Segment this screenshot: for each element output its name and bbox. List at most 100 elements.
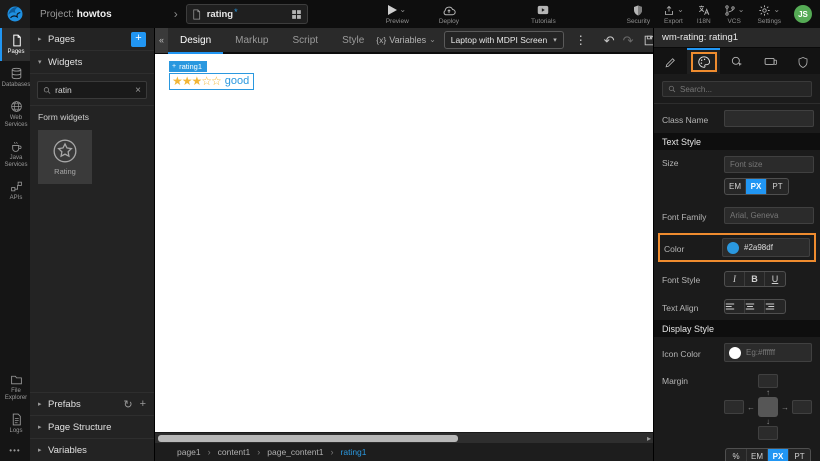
italic-button[interactable]: I: [725, 272, 745, 286]
breadcrumb-page-content1[interactable]: page_content1: [267, 447, 323, 457]
widget-search-input[interactable]: [55, 85, 135, 95]
margin-top-input[interactable]: [758, 374, 778, 388]
rating-widget-body[interactable]: ★★★ ☆☆ good: [169, 73, 254, 90]
sidebar-item-logs[interactable]: Logs: [0, 407, 30, 440]
unit-em-button[interactable]: EM: [747, 449, 768, 461]
tab-style[interactable]: Style: [330, 28, 376, 54]
empty-stars[interactable]: ☆☆: [201, 74, 221, 88]
tab-events[interactable]: [720, 48, 753, 74]
filled-stars[interactable]: ★★★: [172, 74, 201, 88]
variables-menu-button[interactable]: {x} Variables ⌄: [376, 35, 436, 45]
selected-widget-label[interactable]: + rating1: [169, 61, 207, 72]
underline-button[interactable]: U: [765, 272, 785, 286]
collapse-left-panel-button[interactable]: «: [155, 27, 168, 53]
sidebar-item-web-services[interactable]: Web Services: [0, 94, 30, 134]
align-left-icon: [725, 302, 735, 311]
redo-button[interactable]: ↷: [619, 34, 638, 47]
font-family-label: Font Family: [662, 210, 724, 222]
align-left-button[interactable]: [725, 300, 745, 313]
unit-px-button[interactable]: PX: [768, 449, 789, 461]
properties-search-box[interactable]: [662, 81, 812, 97]
tutorials-button[interactable]: Tutorials: [531, 4, 556, 25]
variables-section-header[interactable]: ▸ Variables: [30, 438, 154, 461]
tab-properties[interactable]: [654, 48, 687, 74]
margin-right-input[interactable]: [792, 400, 812, 414]
device-selector-dropdown[interactable]: Laptop with MDPI Screen ▾: [444, 31, 564, 49]
deploy-button[interactable]: Deploy: [439, 4, 459, 25]
breadcrumb-rating1[interactable]: rating1: [341, 447, 367, 457]
align-center-button[interactable]: [745, 300, 765, 313]
margin-left-input[interactable]: [724, 400, 744, 414]
app-logo[interactable]: [0, 0, 30, 28]
class-name-input[interactable]: [724, 110, 814, 127]
scroll-right-arrow-icon[interactable]: ▸: [647, 433, 651, 444]
rating1-widget[interactable]: + rating1 ★★★ ☆☆ good: [169, 55, 254, 90]
unit-em-button[interactable]: EM: [725, 179, 746, 194]
font-family-input[interactable]: [724, 207, 814, 224]
font-size-input[interactable]: [724, 156, 814, 173]
rating-widget-tile[interactable]: Rating: [38, 130, 92, 184]
i18n-label: I18N: [697, 18, 711, 25]
vcs-button[interactable]: ⌄ VCS: [724, 4, 745, 25]
sidebar-item-label: APIs: [10, 195, 23, 202]
properties-search-input[interactable]: [680, 85, 790, 94]
widgets-section-header[interactable]: ▾ Widgets: [30, 51, 154, 74]
unit-pt-button[interactable]: PT: [789, 449, 810, 461]
user-avatar[interactable]: JS: [794, 5, 812, 23]
i18n-button[interactable]: I18N: [697, 4, 711, 25]
icon-bar-overflow[interactable]: •••: [0, 440, 30, 461]
scrollbar-thumb[interactable]: [158, 435, 458, 442]
move-handle-icon[interactable]: +: [172, 63, 176, 70]
widget-search-box[interactable]: ×: [37, 81, 147, 99]
clear-search-icon[interactable]: ×: [135, 85, 141, 96]
sidebar-item-file-explorer[interactable]: File Explorer: [0, 367, 30, 407]
add-prefab-icon[interactable]: +: [140, 398, 146, 411]
page-structure-section-header[interactable]: ▸ Page Structure: [30, 415, 154, 438]
tab-markup[interactable]: Markup: [223, 28, 280, 54]
preview-button[interactable]: ⌄ Preview: [386, 4, 409, 25]
page-grid-icon[interactable]: [290, 8, 303, 21]
sidebar-item-databases[interactable]: Databases: [0, 61, 30, 94]
display-style-section-header[interactable]: Display Style: [654, 320, 820, 337]
pages-section-header[interactable]: ▸ Pages +: [30, 28, 154, 51]
spacer-label: [662, 186, 724, 188]
text-color-picker[interactable]: #2a98df: [722, 238, 810, 257]
current-page-selector[interactable]: rating *: [186, 4, 308, 24]
undo-button[interactable]: ↶: [600, 34, 619, 47]
breadcrumb-content1[interactable]: content1: [218, 447, 251, 457]
unit-px-button[interactable]: PX: [746, 179, 767, 194]
design-canvas[interactable]: + rating1 ★★★ ☆☆ good: [155, 54, 653, 432]
inspect-cursor-icon: [730, 55, 744, 69]
tab-style[interactable]: [687, 48, 720, 74]
bold-button[interactable]: B: [745, 272, 765, 286]
unit-percent-button[interactable]: %: [726, 449, 747, 461]
sidebar-item-label: Web Services: [2, 115, 30, 129]
tab-design[interactable]: Design: [168, 28, 223, 54]
icon-color-picker[interactable]: Eg:#ffffff: [724, 343, 812, 362]
sidebar-item-apis[interactable]: APIs: [0, 174, 30, 207]
refresh-prefabs-icon[interactable]: ↻: [123, 398, 132, 411]
text-style-section-header[interactable]: Text Style: [654, 133, 820, 150]
prefabs-section-header[interactable]: ▸ Prefabs ↻ +: [30, 392, 154, 415]
color-swatch[interactable]: [727, 242, 739, 254]
palette-icon: [697, 55, 711, 69]
horizontal-scrollbar[interactable]: ▸: [155, 432, 653, 443]
settings-button[interactable]: ⌄ Settings: [758, 4, 782, 25]
sidebar-item-pages[interactable]: Pages: [0, 28, 30, 61]
properties-panel: wm-rating: rating1: [653, 28, 820, 461]
breadcrumb-page1[interactable]: page1: [177, 447, 201, 457]
margin-bottom-input[interactable]: [758, 426, 778, 440]
export-button[interactable]: ⌄ Export: [663, 4, 684, 25]
text-align-row: Text Align: [654, 293, 820, 320]
coffee-icon: [10, 140, 23, 153]
add-page-button[interactable]: +: [131, 32, 146, 47]
security-button[interactable]: Security: [627, 4, 650, 25]
tab-script[interactable]: Script: [281, 28, 331, 54]
align-right-button[interactable]: [765, 300, 785, 313]
tab-security[interactable]: [787, 48, 820, 74]
sidebar-item-java-services[interactable]: Java Services: [0, 134, 30, 174]
tab-device[interactable]: [754, 48, 787, 74]
canvas-more-menu-icon[interactable]: ⋮: [572, 33, 590, 47]
unit-pt-button[interactable]: PT: [767, 179, 788, 194]
icon-color-swatch[interactable]: [729, 347, 741, 359]
